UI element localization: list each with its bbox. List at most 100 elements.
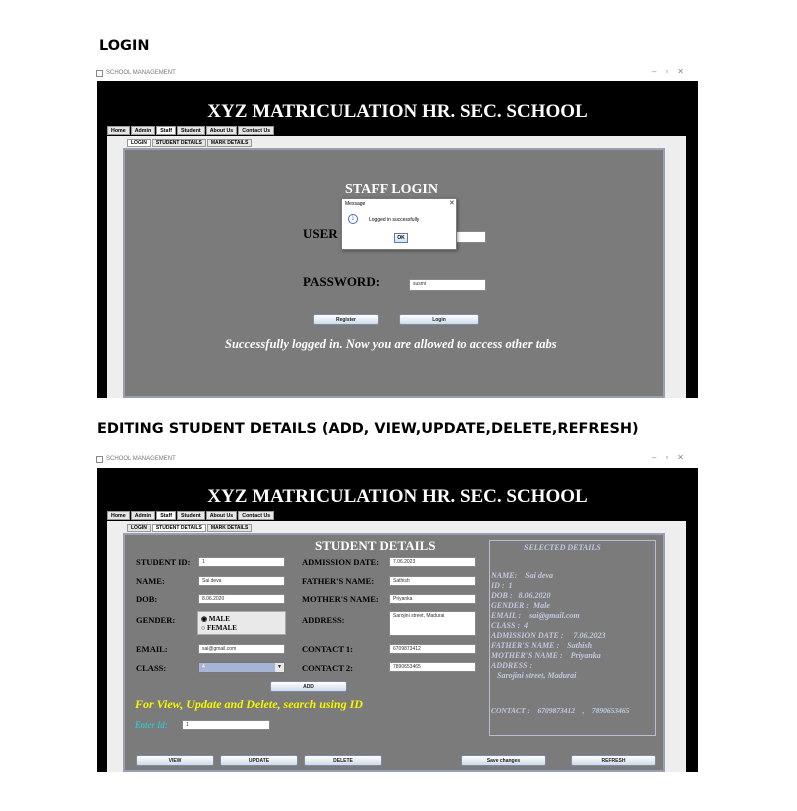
dob-input[interactable]: 8.06.2020 (198, 594, 285, 604)
subtab-mark-details[interactable]: MARK DETAILS (206, 524, 253, 532)
radio-unselected-icon: ○ (201, 624, 206, 632)
password-label: PASSWORD: (303, 274, 381, 289)
tab-home[interactable]: Home (107, 126, 130, 135)
subtab-login[interactable]: LOGIN (127, 139, 151, 147)
tab-admin[interactable]: Admin (130, 511, 156, 520)
maximize-icon[interactable]: ▫ (665, 453, 677, 462)
tab-staff[interactable]: Staff (156, 511, 176, 520)
subtab-student-details[interactable]: STUDENT DETAILS (151, 524, 206, 532)
address-textarea[interactable]: Sarojini street, Madurai (389, 611, 476, 636)
school-name: XYZ MATRICULATION HR. SEC. SCHOOL (207, 101, 588, 122)
window-title: SCHOOL MANAGEMENT (106, 70, 176, 76)
gender-male-radio[interactable]: ◉ MALE (201, 615, 230, 623)
close-icon[interactable]: ✕ (677, 67, 693, 76)
enter-id-input[interactable]: 1 (182, 720, 270, 730)
selected-line: MOTHER'S NAME : Priyanka (491, 651, 601, 660)
close-icon[interactable]: ✕ (677, 453, 693, 462)
update-button[interactable]: UPDATE (220, 755, 298, 766)
minimize-icon[interactable]: – (652, 67, 665, 76)
chevron-down-icon[interactable]: ▼ (275, 663, 284, 672)
tab-staff[interactable]: Staff (156, 126, 176, 135)
name-input[interactable]: Sai deva (198, 576, 285, 586)
minimize-icon[interactable]: – (652, 453, 665, 462)
window-titlebar: SCHOOL MANAGEMENT –▫✕ (96, 66, 697, 80)
selected-line: DOB : 8.06.2020 (491, 591, 551, 600)
student-id-label: STUDENT ID: (136, 557, 191, 567)
selected-details-box: SELECTED DETAILS NAME: Sai deva ID : 1 D… (489, 540, 656, 736)
selected-line: EMAIL : sai@gmail.com (491, 611, 580, 620)
contact2-input[interactable]: 7890653465 (389, 662, 476, 672)
dob-label: DOB: (136, 594, 158, 604)
tab-student[interactable]: Student (176, 511, 205, 520)
selected-line: GENDER : Male (491, 601, 550, 610)
tab-student[interactable]: Student (176, 126, 205, 135)
save-changes-button[interactable]: Save changes (461, 755, 546, 766)
student-window: SCHOOL MANAGEMENT –▫✕ XYZ MATRICULATION … (96, 452, 698, 772)
email-label: EMAIL: (136, 644, 168, 654)
window-titlebar: SCHOOL MANAGEMENT –▫✕ (96, 452, 697, 466)
selected-line: ADMISSION DATE : 7.06.2023 (491, 631, 606, 640)
add-button[interactable]: ADD (270, 681, 347, 692)
maximize-icon[interactable]: ▫ (665, 67, 677, 76)
tab-admin[interactable]: Admin (130, 126, 156, 135)
tab-about-us[interactable]: About Us (205, 126, 238, 135)
student-details-panel: STUDENT DETAILS STUDENT ID: NAME: DOB: G… (123, 533, 665, 772)
selected-line: ADDRESS : (491, 661, 533, 670)
search-instructions: For View, Update and Delete, search usin… (135, 697, 363, 711)
dialog-close-icon[interactable]: ✕ (449, 199, 455, 207)
student-details-heading: STUDENT DETAILS (315, 538, 436, 553)
student-id-input[interactable]: 1 (198, 557, 285, 567)
gender-label: GENDER: (136, 615, 176, 625)
school-name: XYZ MATRICULATION HR. SEC. SCHOOL (207, 486, 588, 507)
window-title: SCHOOL MANAGEMENT (106, 456, 176, 462)
enter-id-label: Enter Id: (135, 720, 168, 730)
subtab-mark-details[interactable]: MARK DETAILS (206, 139, 253, 147)
refresh-button[interactable]: REFRESH (571, 755, 656, 766)
editing-section-heading: EDITING STUDENT DETAILS (ADD, VIEW,UPDAT… (97, 421, 639, 437)
email-input[interactable]: sai@gmail.com (198, 644, 285, 654)
app-frame: XYZ MATRICULATION HR. SEC. SCHOOL Home A… (97, 81, 698, 398)
dialog-ok-button[interactable]: OK (394, 233, 408, 243)
selected-line: FATHER'S NAME : Sathish (491, 641, 593, 650)
subtab-student-details[interactable]: STUDENT DETAILS (151, 139, 206, 147)
tab-home[interactable]: Home (107, 511, 130, 520)
tab-about-us[interactable]: About Us (205, 511, 238, 520)
gender-female-radio[interactable]: ○ FEMALE (201, 624, 237, 632)
app-icon (96, 455, 103, 463)
register-button[interactable]: Register (313, 314, 379, 325)
contact2-label: CONTACT 2: (302, 663, 353, 673)
contact1-label: CONTACT 1: (302, 644, 353, 654)
app-icon (96, 69, 103, 77)
view-button[interactable]: VIEW (136, 755, 214, 766)
main-tabs: Home Admin Staff Student About Us Contac… (107, 511, 275, 520)
username-label: USER (303, 226, 338, 241)
staff-subtabs: LOGIN STUDENT DETAILS MARK DETAILS (127, 524, 253, 532)
login-panel: STAFF LOGIN USER PASSWORD: susmi Registe… (123, 148, 665, 398)
address-label: ADDRESS: (302, 615, 345, 625)
app-frame: XYZ MATRICULATION HR. SEC. SCHOOL Home A… (97, 468, 698, 772)
selected-line: NAME: Sai deva (491, 571, 553, 580)
gender-radio-group: ◉ MALE ○ FEMALE (197, 611, 286, 635)
radio-selected-icon: ◉ (201, 615, 208, 623)
tab-contact-us[interactable]: Contact Us (238, 511, 275, 520)
subtab-login[interactable]: LOGIN (127, 524, 151, 532)
father-name-label: FATHER'S NAME: (302, 576, 375, 586)
contact1-input[interactable]: 6709873412 (389, 644, 476, 654)
mother-name-label: MOTHER'S NAME: (302, 594, 379, 604)
password-input[interactable]: susmi (409, 279, 486, 291)
tab-contact-us[interactable]: Contact Us (238, 126, 275, 135)
main-tabs: Home Admin Staff Student About Us Contac… (107, 126, 275, 135)
message-dialog: Message ✕ i Logged in successfully OK (341, 198, 457, 250)
class-select[interactable]: 4 ▼ (198, 662, 285, 673)
selected-line: Sarojini street, Madurai (491, 671, 577, 680)
login-button[interactable]: Login (399, 314, 479, 325)
delete-button[interactable]: DELETE (304, 755, 382, 766)
admission-date-input[interactable]: 7.06.2023 (389, 557, 476, 567)
name-label: NAME: (136, 576, 165, 586)
father-name-input[interactable]: Sathish (389, 576, 476, 586)
dialog-title: Message (345, 201, 366, 207)
staff-subtabs: LOGIN STUDENT DETAILS MARK DETAILS (127, 139, 253, 147)
mother-name-input[interactable]: Priyanka (389, 594, 476, 604)
class-label: CLASS: (136, 663, 167, 673)
staff-tab-content: LOGIN STUDENT DETAILS MARK DETAILS STUDE… (107, 521, 686, 772)
